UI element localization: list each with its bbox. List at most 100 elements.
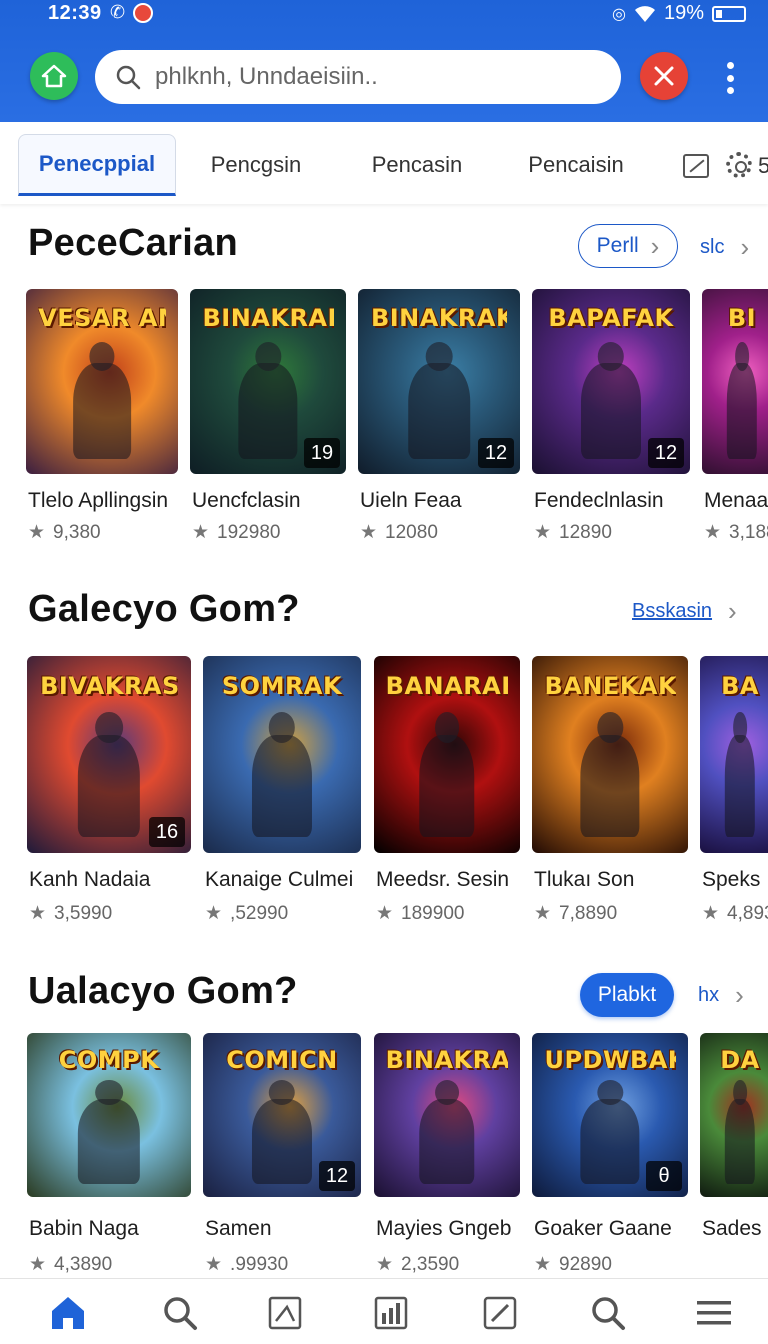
game-thumbnail[interactable]: BINAKRAK 12 (358, 289, 520, 474)
nav-discover[interactable] (588, 1293, 628, 1333)
game-thumbnail[interactable]: DA (700, 1033, 768, 1197)
home-button[interactable] (30, 52, 78, 100)
section-3-see-more[interactable]: hx › (698, 982, 744, 1008)
star-icon: ★ (205, 903, 223, 924)
game-title: Meedsr. Sesin (376, 868, 510, 891)
status-right-icons: ◎ 19% (612, 2, 746, 25)
tab-pencgsin[interactable]: Pencgsin (190, 134, 322, 196)
home-icon (41, 64, 67, 88)
close-icon (654, 66, 674, 86)
clear-button[interactable] (640, 52, 688, 100)
nav-search[interactable] (160, 1293, 200, 1333)
game-title: Fendeclnlasin (534, 489, 664, 512)
game-rating: ★ 12890 (534, 521, 612, 544)
game-thumbnail[interactable]: BIVAKRAS 16 (27, 656, 191, 853)
section-1-see-more[interactable]: slc › (700, 234, 749, 260)
section-1-pill-button[interactable]: Perll › (578, 224, 678, 268)
pill-label: Plabkt (597, 983, 657, 1006)
see-more-label: Bsskasin (632, 599, 713, 622)
tab-pencasin[interactable]: Pencasin (350, 134, 484, 196)
nav-charts[interactable] (371, 1293, 411, 1333)
edit-icon (483, 1296, 517, 1330)
hero-figure (73, 363, 131, 460)
more-icon-dot (726, 87, 734, 94)
game-thumbnail[interactable]: COMPK (27, 1033, 191, 1197)
game-thumbnail[interactable]: BA (700, 656, 768, 853)
status-bar: 12:39 ✆ ◎ 19% (0, 0, 768, 30)
game-rating: ★ 3,188 (704, 521, 768, 544)
game-rating: ★ 192980 (192, 521, 280, 544)
game-logo: BIVAKRAS (40, 671, 178, 700)
edit-icon[interactable] (683, 154, 709, 178)
hero-figure (580, 363, 642, 460)
game-logo: SOMRAK (221, 671, 343, 700)
rating-value: 189900 (401, 902, 465, 924)
game-logo: BANEKAK (544, 671, 676, 700)
game-title: Kanh Nadaia (29, 868, 151, 891)
game-rating: ★ .99930 (205, 1253, 288, 1276)
game-title: Tlukaı Son (534, 868, 635, 891)
star-icon: ★ (376, 1254, 394, 1275)
hero-figure (238, 363, 298, 460)
nav-games[interactable] (265, 1293, 305, 1333)
rating-value: .99930 (230, 1253, 289, 1275)
game-thumbnail[interactable]: COMICN 12 (203, 1033, 361, 1197)
section-3-pill-button[interactable]: Plabkt (580, 973, 674, 1017)
search-bar[interactable]: phlknh, Unndaeisiin.. (95, 50, 621, 104)
star-icon: ★ (192, 522, 210, 543)
star-icon: ★ (29, 903, 47, 924)
section-title-1: PeceCarian (28, 222, 239, 264)
notification-icon (133, 2, 154, 23)
star-icon: ★ (534, 522, 552, 543)
home-icon (52, 1297, 84, 1329)
rating-value: 9,380 (53, 521, 101, 543)
rating-value: ,52990 (230, 902, 289, 924)
nav-home[interactable] (48, 1293, 88, 1333)
game-thumbnail[interactable]: BINAKRAK (374, 1033, 520, 1197)
game-rating: ★ 9,380 (28, 521, 101, 544)
game-thumbnail[interactable]: VESAR ANDRAEAK (26, 289, 178, 474)
tab-penecppial[interactable]: Penecppial (18, 134, 176, 196)
section-2-see-more[interactable]: Bsskasin › (632, 598, 737, 624)
game-thumbnail[interactable]: BINAKRAK 19 (190, 289, 346, 474)
more-icon (726, 62, 734, 69)
hero-figure (251, 734, 313, 838)
rating-value: 4,3890 (54, 1253, 113, 1275)
game-thumbnail[interactable]: BANEKAK (532, 656, 688, 853)
hero-figure (726, 363, 758, 460)
more-options-button[interactable] (718, 58, 742, 98)
game-logo: VESAR ANDRAEAK (38, 303, 166, 332)
game-logo: BINAKRAK (385, 1046, 509, 1075)
game-logo: DA (720, 1046, 760, 1075)
call-icon: ✆ (110, 2, 126, 22)
game-rating: ★ 92890 (534, 1253, 612, 1276)
tab-pencaisin[interactable]: Pencaisin (510, 134, 642, 196)
nav-menu[interactable] (694, 1293, 734, 1333)
star-icon: ★ (534, 1254, 552, 1275)
star-icon: ★ (205, 1254, 223, 1275)
pill-label: Perll (596, 234, 639, 257)
game-title: Samen (205, 1217, 272, 1240)
game-title: Speks (702, 868, 761, 891)
section-title-3: Ualacyo Gom? (28, 970, 298, 1012)
game-thumbnail[interactable]: BI (702, 289, 768, 474)
see-more-label: slc (700, 235, 725, 258)
nav-edit[interactable] (480, 1293, 520, 1333)
game-thumbnail[interactable]: BANARAK (374, 656, 520, 853)
search-input[interactable]: phlknh, Unndaeisiin.. (155, 63, 378, 91)
game-rating: ★ 12080 (360, 521, 438, 544)
rating-value: 4,893 (727, 902, 768, 924)
gear-icon[interactable] (726, 152, 752, 178)
chevron-right-icon: › (728, 596, 737, 626)
star-icon: ★ (704, 522, 722, 543)
game-logo: BI (727, 303, 757, 332)
game-logo: BAPAFAK (548, 303, 674, 332)
rating-value: 92890 (559, 1253, 612, 1275)
game-title: Mayies Gngeb (376, 1217, 512, 1240)
game-thumbnail[interactable]: UPDWBAK θ (532, 1033, 688, 1197)
rating-value: 3,5990 (54, 902, 113, 924)
game-thumbnail[interactable]: SOMRAK (203, 656, 361, 853)
game-logo: BANARAK (385, 671, 509, 700)
game-thumbnail[interactable]: BAPAFAK 12 (532, 289, 690, 474)
tab-overflow[interactable]: 5 (758, 153, 768, 179)
